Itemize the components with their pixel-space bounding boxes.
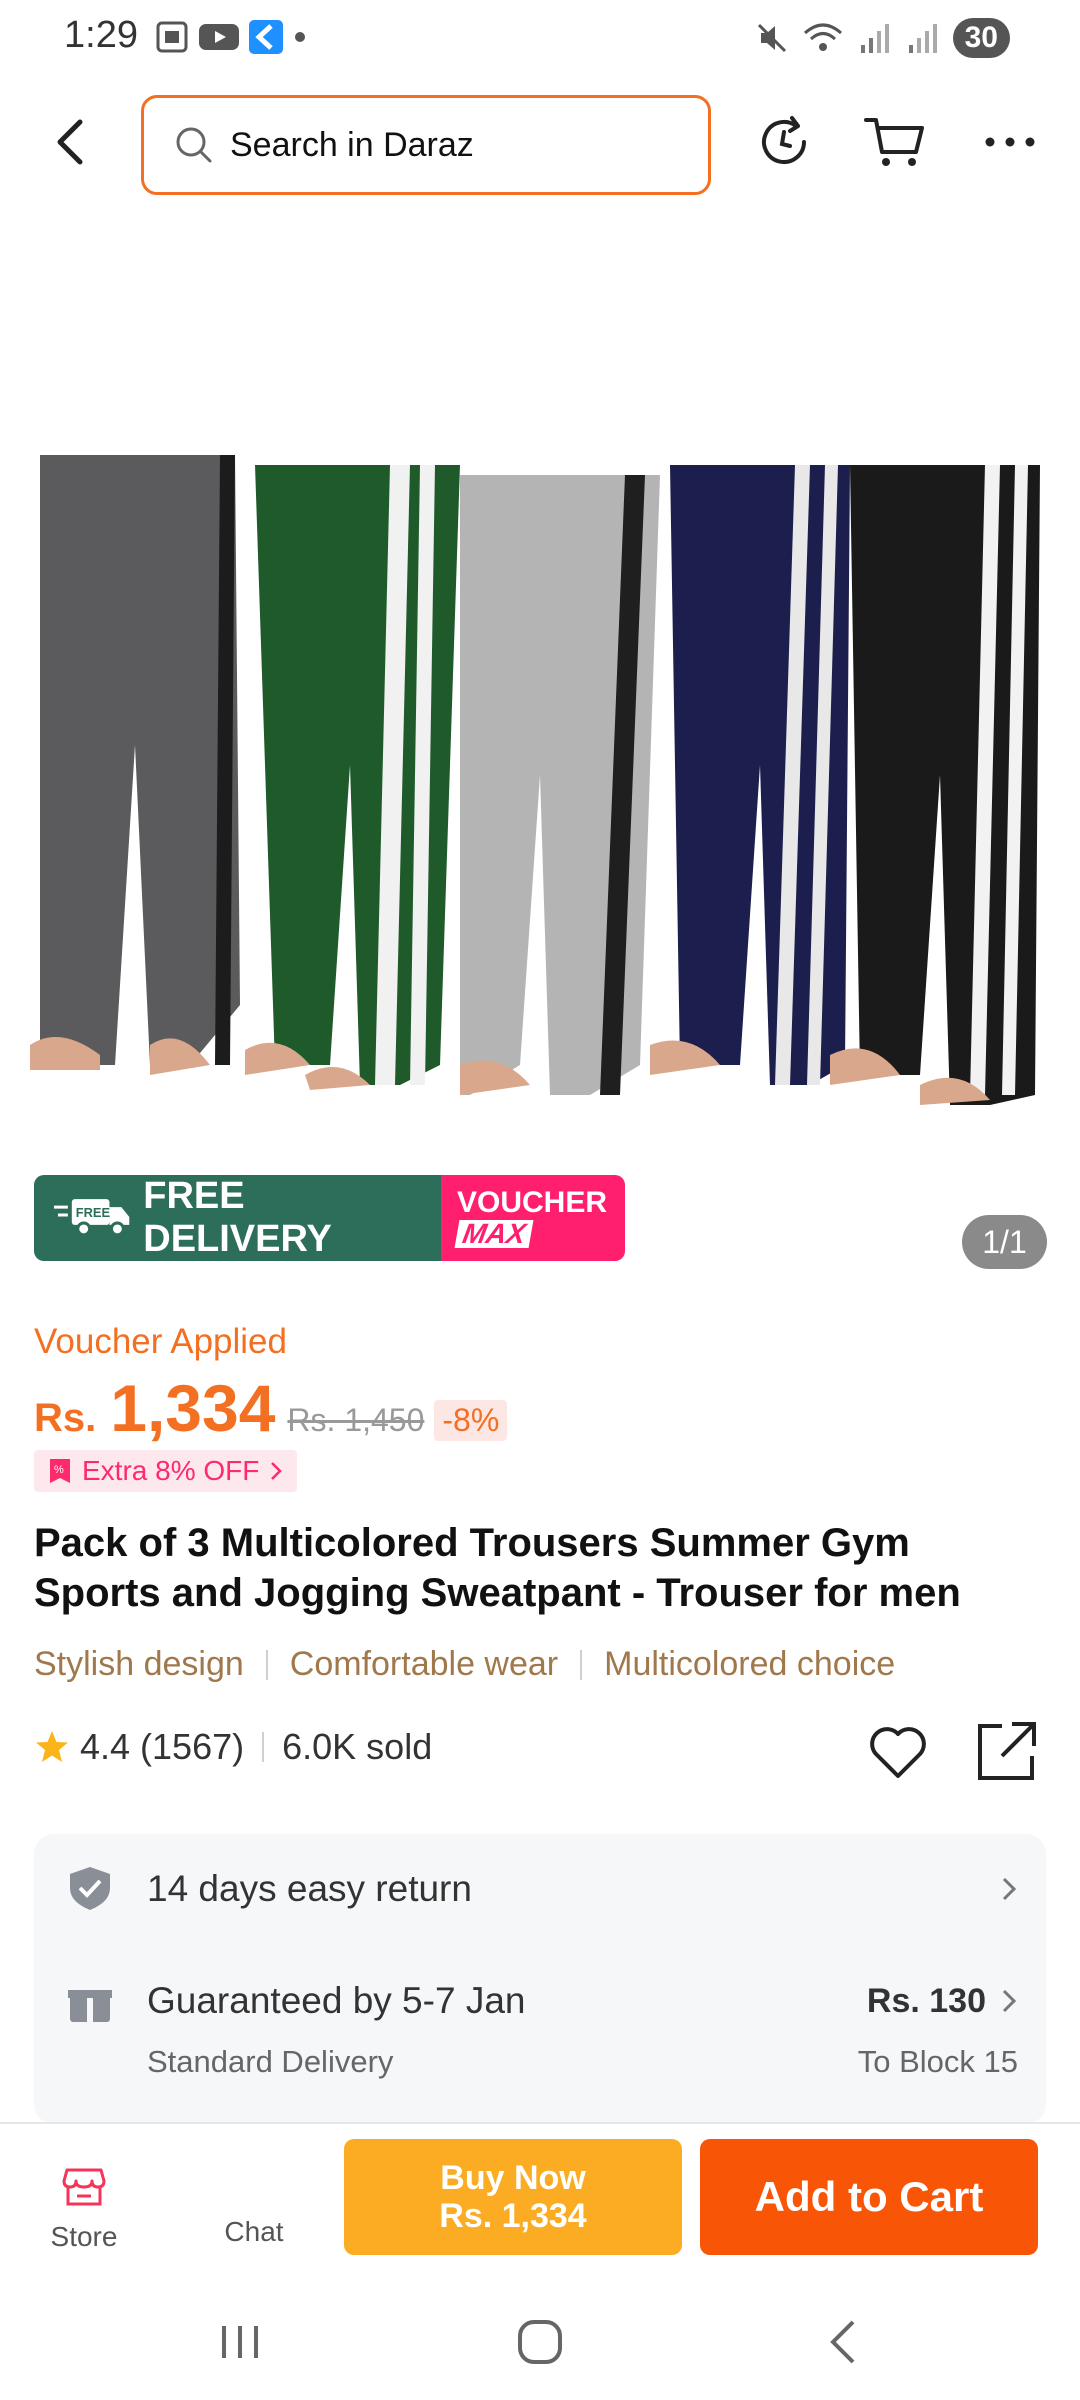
wishlist-heart-icon[interactable]	[866, 1720, 930, 1784]
delivery-truck-icon: FREE	[53, 1199, 130, 1237]
dot-icon	[295, 32, 305, 42]
voucher-applied-label: Voucher Applied	[34, 1322, 287, 1361]
more-options-icon[interactable]	[978, 110, 1042, 174]
youtube-icon	[199, 24, 239, 50]
chat-button[interactable]: Chat	[204, 2164, 304, 2248]
status-time: 1:29	[64, 14, 138, 56]
status-notification-icons	[155, 20, 307, 54]
screenshot-icon	[156, 21, 188, 53]
delivery-location: To Block 15	[857, 2044, 1018, 2079]
signal-icon-2	[908, 24, 937, 53]
top-header: Search in Daraz	[0, 90, 1080, 200]
search-input[interactable]: Search in Daraz	[141, 95, 711, 195]
history-icon[interactable]	[752, 110, 816, 174]
tag-item: Multicolored choice	[604, 1645, 896, 1683]
home-icon[interactable]	[510, 2312, 570, 2372]
free-badge-text: FREE	[76, 1205, 111, 1220]
buy-now-button[interactable]: Buy Now Rs. 1,334	[344, 2139, 682, 2255]
delivery-row[interactable]: Guaranteed by 5-7 Jan Standard Delivery …	[34, 1944, 1046, 2094]
tag-divider	[265, 1649, 268, 1680]
voucher-max-text: MAX	[454, 1218, 534, 1249]
chevron-right-icon	[1002, 1877, 1017, 1901]
delivery-subtitle: Standard Delivery	[147, 2044, 394, 2079]
extra-off-text: Extra 8% OFF	[82, 1455, 260, 1486]
product-image[interactable]	[30, 445, 1040, 1105]
svg-text:%: %	[54, 1464, 64, 1476]
mute-icon	[757, 23, 786, 53]
rating-divider	[262, 1732, 265, 1762]
free-delivery-badge: FREE FREE DELIVERY	[34, 1175, 441, 1261]
original-price: Rs. 1,450	[287, 1402, 425, 1438]
shield-check-icon	[70, 1867, 110, 1910]
voucher-max-badge: VOUCHER MAX	[441, 1175, 625, 1261]
store-button[interactable]: Store	[34, 2164, 134, 2253]
price-currency: Rs.	[34, 1396, 97, 1440]
review-count: (1567)	[140, 1726, 245, 1767]
recent-apps-icon[interactable]	[210, 2312, 270, 2372]
current-price: 1,334	[110, 1371, 276, 1445]
star-icon	[36, 1731, 68, 1762]
store-icon	[62, 2168, 106, 2206]
voucher-tag-icon: %	[50, 1459, 70, 1483]
return-text: 14 days easy return	[147, 1868, 472, 1909]
cart-icon[interactable]	[862, 110, 926, 174]
price-row: Rs. 1,334 Rs. 1,450 -8%	[34, 1370, 508, 1446]
status-system-icons: 30	[755, 18, 1010, 58]
daraz-app-icon	[249, 20, 283, 54]
tag-divider	[580, 1649, 583, 1680]
product-tags: Stylish design Comfortable wear Multicol…	[34, 1645, 895, 1684]
rating-value: 4.4	[80, 1726, 131, 1767]
delivery-title: Guaranteed by 5-7 Jan	[147, 1980, 526, 2021]
service-card: 14 days easy return Guaranteed by 5-7 Ja…	[34, 1834, 1046, 2124]
promo-banner: FREE FREE DELIVERY VOUCHER MAX	[34, 1175, 625, 1261]
add-to-cart-button[interactable]: Add to Cart	[700, 2139, 1038, 2255]
status-bar: 1:29 30	[0, 0, 1080, 80]
bottom-action-bar: Store Chat Buy Now Rs. 1,334 Add to Cart	[0, 2122, 1080, 2282]
share-icon[interactable]	[972, 1718, 1040, 1786]
signal-icon	[860, 24, 889, 53]
search-placeholder: Search in Daraz	[230, 125, 474, 164]
back-arrow-icon[interactable]	[42, 112, 102, 172]
discount-badge: -8%	[434, 1400, 508, 1441]
battery-indicator: 30	[952, 18, 1010, 58]
rating-row[interactable]: 4.4 (1567) 6.0K sold	[34, 1726, 432, 1768]
search-icon	[176, 127, 212, 163]
back-nav-icon[interactable]	[815, 2312, 875, 2372]
buy-now-price: Rs. 1,334	[439, 2197, 587, 2235]
chevron-right-icon	[271, 1462, 283, 1480]
delivery-price: Rs. 130	[866, 1982, 986, 2020]
chevron-right-icon	[1002, 1989, 1017, 2013]
tag-item: Comfortable wear	[289, 1645, 559, 1683]
buy-now-label: Buy Now	[440, 2159, 586, 2197]
product-title: Pack of 3 Multicolored Trousers Summer G…	[34, 1521, 961, 1615]
trouser-light-gray	[460, 475, 660, 1095]
store-label: Store	[50, 2221, 118, 2252]
tag-item: Stylish design	[34, 1645, 244, 1683]
system-nav-bar	[0, 2282, 1080, 2400]
free-delivery-text: FREE DELIVERY	[143, 1175, 332, 1260]
sold-count: 6.0K sold	[282, 1726, 433, 1767]
voucher-text: VOUCHER	[457, 1186, 608, 1219]
gift-box-icon	[68, 1984, 112, 2022]
wifi-icon	[803, 23, 842, 51]
image-page-indicator: 1/1	[962, 1215, 1047, 1269]
chat-label: Chat	[224, 2216, 284, 2247]
extra-off-voucher[interactable]: % Extra 8% OFF	[34, 1450, 298, 1492]
return-policy-row[interactable]: 14 days easy return	[34, 1834, 1046, 1944]
